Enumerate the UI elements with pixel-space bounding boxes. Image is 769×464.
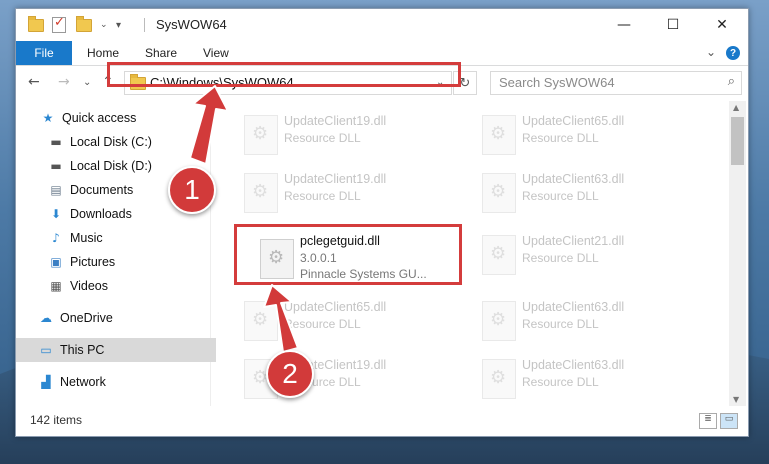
step-1-badge: 1	[168, 166, 216, 214]
arrow-1	[189, 85, 229, 165]
annotation-arrows	[189, 85, 299, 353]
arrow-2	[263, 284, 299, 353]
step-2-badge: 2	[266, 350, 314, 398]
